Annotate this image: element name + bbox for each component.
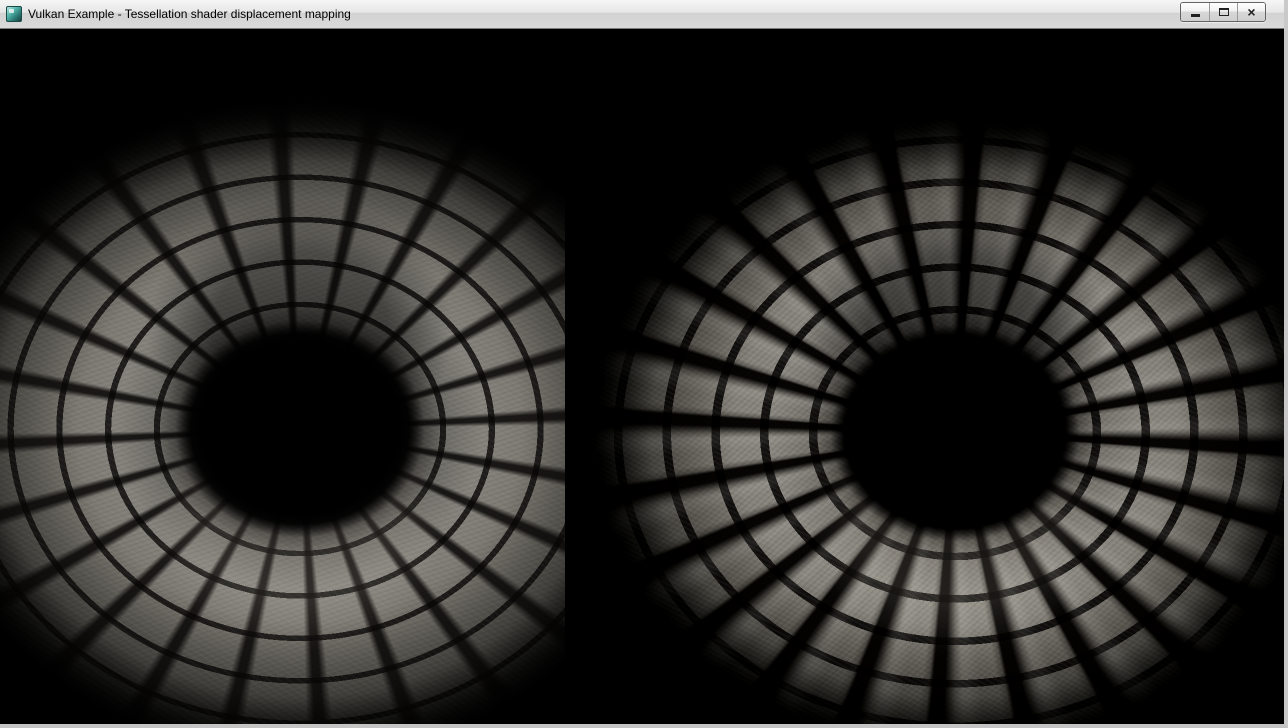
window-controls: × [1180,2,1266,22]
minimize-icon [1191,14,1200,17]
app-window: Vulkan Example - Tessellation shader dis… [0,0,1288,728]
minimize-button[interactable] [1181,3,1209,21]
render-viewport[interactable] [0,29,1284,724]
maximize-button[interactable] [1209,3,1237,21]
close-button[interactable]: × [1237,3,1265,21]
maximize-icon [1219,8,1229,16]
close-icon: × [1247,4,1255,20]
app-icon[interactable] [6,6,22,22]
window-title: Vulkan Example - Tessellation shader dis… [28,0,351,28]
torus-with-displacement [565,50,1284,724]
titlebar[interactable]: Vulkan Example - Tessellation shader dis… [0,0,1284,29]
